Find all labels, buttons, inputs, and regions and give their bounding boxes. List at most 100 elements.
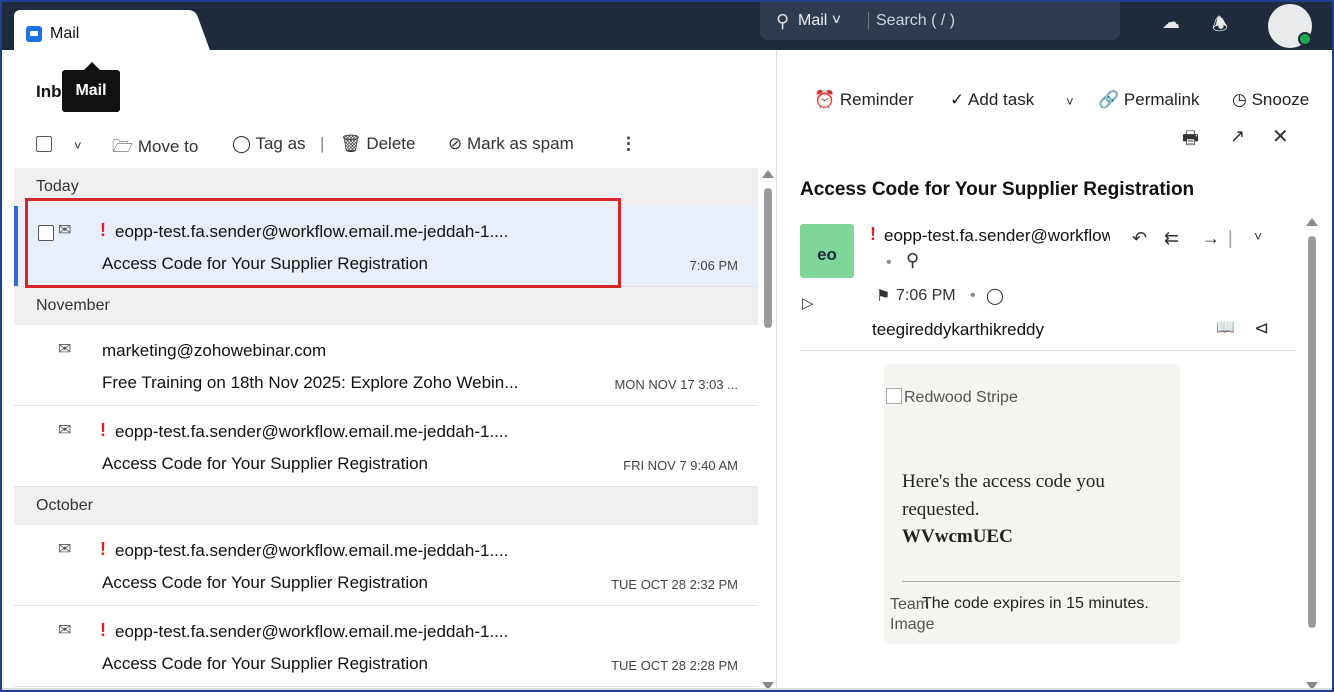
message-subject: Access Code for Your Supplier Registrati… [102, 254, 429, 273]
message-row[interactable]: ✉ ! eopp-test.fa.sender@workflow.email.m… [14, 206, 758, 287]
message-row[interactable]: ✉ ! eopp-test.fa.sender@workflow.email.m… [14, 406, 758, 487]
tag-as-button[interactable]: ◯ Tag as [232, 134, 306, 154]
mark-as-spam-button[interactable]: ⊘ Mark as spam [448, 134, 574, 154]
tag-icon[interactable]: ◯ [986, 286, 1004, 306]
expiry-text: The code expires in 15 minutes. [922, 595, 1149, 612]
delete-button[interactable]: 🗑 Delete [340, 134, 415, 154]
reply-icon[interactable]: ↶ [1132, 228, 1147, 249]
message-sender: eopp-test.fa.sender@workflow.email.me-je… [115, 222, 509, 241]
user-avatar[interactable] [1268, 4, 1312, 48]
envelope-icon: ✉ [58, 541, 72, 558]
message-subject: Access Code for Your Supplier Registrati… [102, 454, 429, 473]
snooze-button[interactable]: ◷ Snooze [1232, 90, 1309, 110]
pop-out-icon[interactable]: ↗ [1230, 126, 1245, 147]
message-subject: Free Training on 18th Nov 2025: Explore … [102, 373, 519, 392]
select-dropdown-chevron-icon[interactable]: ˅ [74, 138, 82, 153]
search-bar[interactable]: ⚲ Mail ˅ Search ( / ) [760, 2, 1120, 40]
clock-icon: ◷ [1232, 90, 1247, 109]
pane-divider[interactable] [776, 50, 777, 690]
mail-sender[interactable]: eopp-test.fa.sender@workflow.email.me-je… [884, 226, 1110, 246]
mail-time: 7:06 PM [896, 287, 956, 304]
message-row[interactable]: ✉ ! eopp-test.fa.sender@workflow.email.m… [14, 606, 758, 687]
scroll-up-icon[interactable] [762, 170, 774, 178]
group-header-november: November [14, 287, 758, 325]
important-icon: ! [100, 220, 106, 240]
access-code: WVwcmUEC [902, 526, 1013, 547]
message-subject: Access Code for Your Supplier Registrati… [102, 573, 429, 592]
spam-icon: ⊘ [448, 134, 463, 153]
select-all-checkbox[interactable] [36, 136, 52, 157]
tab-label: Mail [50, 25, 80, 42]
envelope-icon: ✉ [58, 222, 72, 239]
search-scope-dropdown[interactable]: Mail ˅ [798, 12, 841, 30]
message-subject: Access Code for Your Supplier Registrati… [102, 654, 429, 673]
message-sender: eopp-test.fa.sender@workflow.email.me-je… [115, 422, 509, 441]
more-actions-chevron-icon[interactable]: ˅ [1254, 228, 1262, 244]
reminder-button[interactable]: ⏰ Reminder [814, 90, 914, 110]
bell-icon[interactable]: 🕭 [1212, 12, 1228, 42]
envelope-icon: ✉ [58, 622, 72, 639]
dot-separator: • [886, 254, 892, 271]
print-icon[interactable]: 🖶 [1182, 126, 1199, 156]
reply-all-icon[interactable]: ⇇ [1164, 228, 1179, 249]
permalink-button[interactable]: 🔗 Permalink [1098, 90, 1200, 110]
message-time: 7:06 PM [689, 258, 738, 273]
more-options-icon[interactable]: ⋮ [620, 134, 637, 154]
message-time: TUE OCT 28 2:32 PM [611, 577, 738, 592]
mail-recipient[interactable]: teegireddykarthikreddy [872, 320, 1044, 340]
group-header-october: October [14, 487, 758, 525]
row-checkbox[interactable] [38, 225, 54, 241]
body-text: Here's the access code you requested. [902, 471, 1105, 520]
forward-icon[interactable]: → [1202, 228, 1220, 249]
check-icon: ✓ [950, 90, 965, 109]
trash-icon: 🗑 [340, 134, 362, 153]
cloud-sync-icon[interactable]: ☁ [1162, 12, 1180, 33]
expand-details-icon[interactable]: ▷ [802, 294, 814, 312]
important-icon: ! [870, 224, 876, 244]
action-separator: | [1228, 228, 1233, 248]
email-body: Redwood Stripe Here's the access code yo… [884, 364, 1180, 644]
reading-pane-scrollbar[interactable] [1306, 218, 1318, 690]
message-time: TUE OCT 28 2:28 PM [611, 658, 738, 673]
message-row[interactable]: ✉ marketing@zohowebinar.com Free Trainin… [14, 325, 758, 406]
search-input[interactable]: Search ( / ) [876, 12, 955, 30]
scroll-up-icon[interactable] [1306, 218, 1318, 226]
mail-app-icon [26, 26, 42, 42]
sender-avatar: eo [800, 224, 854, 278]
link-icon: 🔗 [1098, 90, 1120, 109]
tab-mail[interactable]: Mail [14, 10, 190, 58]
mail-subject: Access Code for Your Supplier Registrati… [800, 179, 1195, 200]
list-scrollbar[interactable] [762, 170, 774, 690]
folder-title: Inb [36, 82, 62, 101]
header-separator [800, 350, 1296, 351]
important-icon: ! [100, 539, 106, 559]
tooltip: Mail [62, 62, 120, 112]
top-bar: Mail ⚲ Mail ˅ Search ( / ) ☁ 🕭 [2, 2, 1332, 58]
tag-icon: ◯ [232, 134, 252, 153]
broken-image-redwood-stripe: Redwood Stripe [886, 388, 1018, 407]
envelope-icon: ✉ [58, 341, 72, 358]
add-task-button[interactable]: ✓ Add task [950, 90, 1034, 110]
folder-icon: 🗁 [112, 137, 134, 156]
message-time: MON NOV 17 3:03 ... [614, 377, 738, 392]
move-to-button[interactable]: 🗁 Move to [112, 134, 198, 163]
add-task-chevron-icon[interactable]: ˅ [1066, 94, 1074, 109]
bottom-border [2, 688, 1332, 690]
message-sender: marketing@zohowebinar.com [102, 341, 327, 360]
close-icon[interactable]: ✕ [1272, 124, 1289, 149]
dot-separator: • [970, 287, 976, 304]
alarm-clock-icon: ⏰ [814, 90, 836, 109]
app-window: Mail ⚲ Mail ˅ Search ( / ) ☁ 🕭 Inb Mail … [0, 0, 1334, 692]
message-row[interactable]: ✉ ! eopp-test.fa.sender@workflow.email.m… [14, 525, 758, 606]
toolbar-separator: | [320, 134, 325, 153]
message-time: FRI NOV 7 9:40 AM [623, 458, 738, 473]
search-separator [868, 12, 869, 30]
scrollbar-thumb[interactable] [1308, 236, 1316, 628]
flag-icon[interactable]: ⚑ [876, 286, 890, 306]
reader-view-icon[interactable]: 📖 [1216, 318, 1235, 336]
search-in-mail-icon[interactable]: ⚲ [906, 250, 919, 271]
share-icon[interactable]: ⊲ [1254, 318, 1269, 339]
scrollbar-thumb[interactable] [764, 188, 772, 328]
message-sender: eopp-test.fa.sender@workflow.email.me-je… [115, 541, 509, 560]
message-sender: eopp-test.fa.sender@workflow.email.me-je… [115, 622, 509, 641]
